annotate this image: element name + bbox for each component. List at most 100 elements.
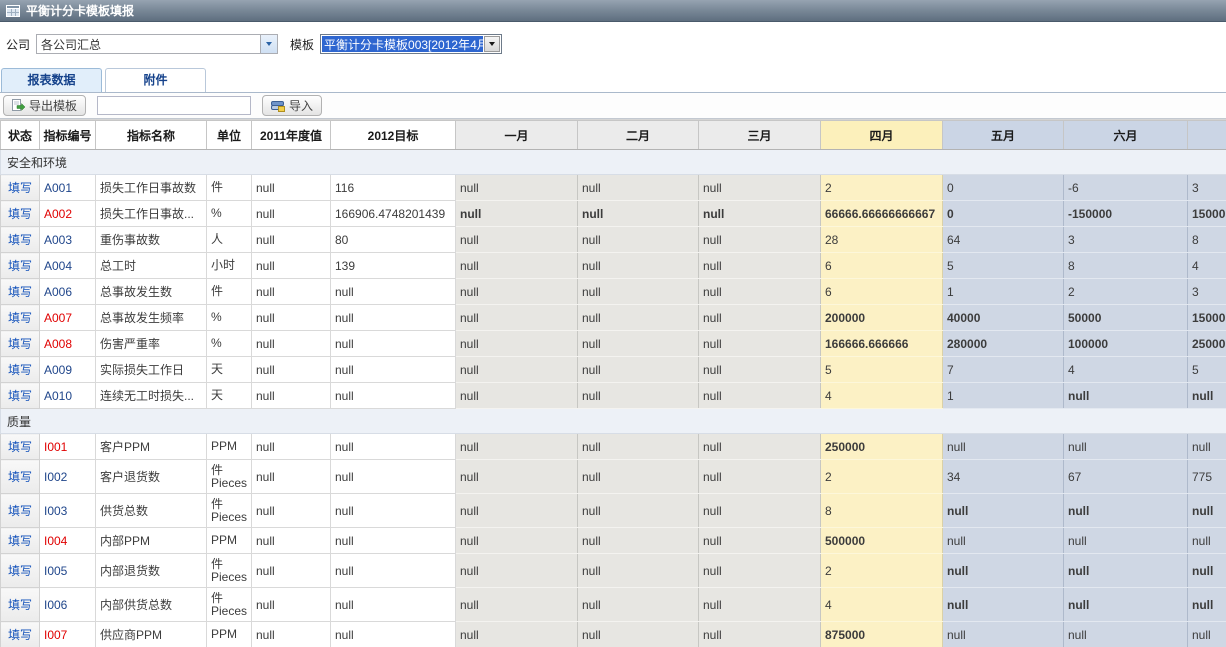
month-cell[interactable]: 500000: [821, 528, 943, 554]
month-cell[interactable]: 4: [821, 383, 943, 409]
month-cell[interactable]: null: [578, 357, 699, 383]
month-cell[interactable]: null: [699, 622, 821, 647]
month-cell[interactable]: null: [578, 494, 699, 528]
tab-report-data[interactable]: 报表数据: [1, 68, 102, 92]
month-cell[interactable]: 3: [1188, 175, 1226, 201]
month-cell[interactable]: -6: [1064, 175, 1188, 201]
month-cell[interactable]: 200000: [821, 305, 943, 331]
month-cell[interactable]: null: [578, 554, 699, 588]
month-cell[interactable]: null: [1188, 622, 1226, 647]
tab-attachments[interactable]: 附件: [105, 68, 206, 92]
month-cell[interactable]: 3: [1064, 227, 1188, 253]
month-cell[interactable]: -150000: [1064, 201, 1188, 227]
month-cell[interactable]: 67: [1064, 460, 1188, 494]
column-header[interactable]: 指标编号: [40, 121, 96, 150]
template-select[interactable]: 平衡计分卡模板003[2012年4月]: [320, 34, 502, 54]
month-cell[interactable]: 1: [943, 279, 1064, 305]
month-cell[interactable]: 2: [821, 554, 943, 588]
fill-link[interactable]: 填写: [8, 233, 32, 247]
month-cell[interactable]: null: [943, 528, 1064, 554]
month-cell[interactable]: null: [578, 279, 699, 305]
month-cell[interactable]: 15000: [1188, 201, 1226, 227]
month-cell[interactable]: 775: [1188, 460, 1226, 494]
month-cell[interactable]: 4: [1188, 253, 1226, 279]
month-cell[interactable]: null: [699, 528, 821, 554]
column-header[interactable]: 五月: [943, 121, 1064, 150]
month-cell[interactable]: 3: [1188, 279, 1226, 305]
month-cell[interactable]: 5: [821, 357, 943, 383]
column-header[interactable]: 指标名称: [96, 121, 207, 150]
month-cell[interactable]: null: [578, 528, 699, 554]
month-cell[interactable]: null: [943, 622, 1064, 647]
fill-link[interactable]: 填写: [8, 337, 32, 351]
month-cell[interactable]: 2: [821, 460, 943, 494]
month-cell[interactable]: null: [456, 357, 578, 383]
month-cell[interactable]: null: [578, 305, 699, 331]
column-header[interactable]: 二月: [578, 121, 699, 150]
month-cell[interactable]: null: [456, 588, 578, 622]
export-template-button[interactable]: 导出模板: [3, 95, 86, 116]
month-cell[interactable]: null: [943, 434, 1064, 460]
month-cell[interactable]: null: [943, 494, 1064, 528]
fill-link[interactable]: 填写: [8, 181, 32, 195]
month-cell[interactable]: null: [578, 588, 699, 622]
fill-link[interactable]: 填写: [8, 470, 32, 484]
month-cell[interactable]: null: [1064, 434, 1188, 460]
fill-link[interactable]: 填写: [8, 285, 32, 299]
month-cell[interactable]: null: [1188, 588, 1226, 622]
month-cell[interactable]: null: [1188, 383, 1226, 409]
dropdown-arrow-icon[interactable]: [484, 36, 500, 52]
month-cell[interactable]: null: [699, 494, 821, 528]
import-file-input[interactable]: [97, 96, 251, 115]
month-cell[interactable]: null: [699, 460, 821, 494]
month-cell[interactable]: null: [456, 622, 578, 647]
month-cell[interactable]: 6: [821, 279, 943, 305]
month-cell[interactable]: null: [699, 588, 821, 622]
month-cell[interactable]: null: [699, 434, 821, 460]
month-cell[interactable]: null: [456, 528, 578, 554]
month-cell[interactable]: null: [456, 434, 578, 460]
month-cell[interactable]: null: [456, 175, 578, 201]
month-cell[interactable]: null: [699, 331, 821, 357]
month-cell[interactable]: 250000: [821, 434, 943, 460]
month-cell[interactable]: 0: [943, 201, 1064, 227]
month-cell[interactable]: null: [578, 460, 699, 494]
month-cell[interactable]: 8: [1188, 227, 1226, 253]
month-cell[interactable]: null: [578, 175, 699, 201]
company-combobox[interactable]: 各公司汇总: [36, 34, 278, 54]
month-cell[interactable]: null: [699, 383, 821, 409]
month-cell[interactable]: 50000: [1064, 305, 1188, 331]
month-cell[interactable]: null: [1064, 528, 1188, 554]
month-cell[interactable]: 8: [1064, 253, 1188, 279]
month-cell[interactable]: 28: [821, 227, 943, 253]
column-header[interactable]: 2012目标: [331, 121, 456, 150]
month-cell[interactable]: null: [1064, 554, 1188, 588]
month-cell[interactable]: null: [699, 357, 821, 383]
month-cell[interactable]: 5: [943, 253, 1064, 279]
month-cell[interactable]: null: [1188, 434, 1226, 460]
column-header[interactable]: 六月: [1064, 121, 1188, 150]
month-cell[interactable]: null: [1188, 528, 1226, 554]
month-cell[interactable]: 875000: [821, 622, 943, 647]
column-header[interactable]: 四月: [821, 121, 943, 150]
month-cell[interactable]: 4: [821, 588, 943, 622]
fill-link[interactable]: 填写: [8, 504, 32, 518]
column-header[interactable]: 状态: [1, 121, 40, 150]
month-cell[interactable]: null: [1188, 554, 1226, 588]
month-cell[interactable]: null: [699, 253, 821, 279]
fill-link[interactable]: 填写: [8, 628, 32, 642]
month-cell[interactable]: 5: [1188, 357, 1226, 383]
month-cell[interactable]: null: [1064, 494, 1188, 528]
month-cell[interactable]: null: [1064, 622, 1188, 647]
month-cell[interactable]: null: [699, 554, 821, 588]
month-cell[interactable]: 64: [943, 227, 1064, 253]
column-header[interactable]: 单位: [207, 121, 252, 150]
fill-link[interactable]: 填写: [8, 311, 32, 325]
month-cell[interactable]: 25000: [1188, 331, 1226, 357]
month-cell[interactable]: 1: [943, 383, 1064, 409]
month-cell[interactable]: null: [578, 622, 699, 647]
fill-link[interactable]: 填写: [8, 534, 32, 548]
month-cell[interactable]: null: [578, 227, 699, 253]
column-header[interactable]: 一月: [456, 121, 578, 150]
month-cell[interactable]: 6: [821, 253, 943, 279]
